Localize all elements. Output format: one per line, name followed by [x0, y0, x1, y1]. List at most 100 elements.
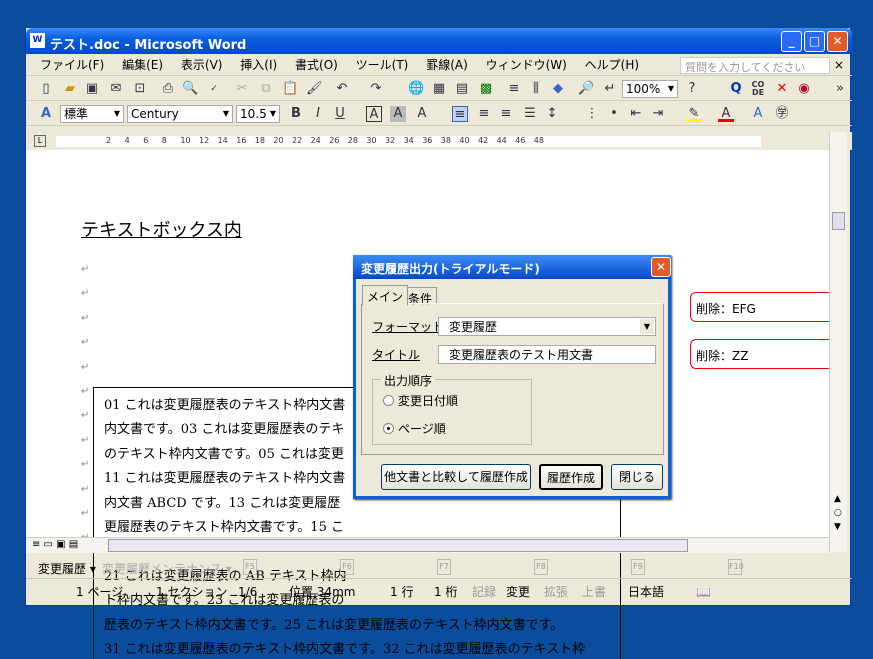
deletion-balloon[interactable]: 削除：EFG — [690, 292, 830, 322]
print-preview-icon[interactable]: 🔍 — [182, 81, 198, 97]
phonetic-guide-icon[interactable]: A — [750, 106, 766, 122]
dialog-close-button[interactable]: ✕ — [651, 257, 671, 277]
menu-file[interactable]: ファイル(F) — [40, 54, 104, 76]
help-search-input[interactable]: 質問を入力してください — [680, 57, 830, 74]
tables-borders-icon[interactable]: ▦ — [431, 81, 447, 97]
tab-selector-icon[interactable]: L — [34, 135, 46, 147]
enclosed-char-icon[interactable]: ㊫ — [774, 106, 790, 122]
menu-insert[interactable]: 挿入(I) — [240, 54, 277, 76]
spellcheck-icon[interactable]: ✓ — [206, 81, 222, 97]
function-key-button[interactable]: F7 — [437, 559, 451, 575]
menu-table[interactable]: 罫線(A) — [426, 54, 468, 76]
minimize-button[interactable]: _ — [781, 31, 802, 52]
horizontal-scrollbar[interactable]: ≡ ▭ ▣ ▤ — [26, 537, 829, 553]
function-key-button[interactable]: F9 — [631, 559, 645, 575]
save-icon[interactable]: ▣ — [84, 81, 100, 97]
menu-view[interactable]: 表示(V) — [181, 54, 223, 76]
radio-date-order[interactable]: 変更日付順 — [383, 392, 458, 409]
horizontal-ruler[interactable]: L 2 4 6 8 10 12 14 16 18 20 22 24 26 28 30 32 34 36 38 40 42… — [26, 132, 852, 150]
zoom-select[interactable]: 100% ▼ — [622, 80, 678, 98]
close-doc-icon[interactable]: × — [834, 58, 844, 72]
permission-icon[interactable]: ⊡ — [132, 81, 148, 97]
styles-icon[interactable]: A — [38, 106, 54, 122]
style-select[interactable]: 標準 ▼ — [60, 105, 124, 123]
vertical-scrollbar[interactable]: ▲ ○ ▼ — [829, 132, 847, 552]
radio-icon[interactable] — [383, 395, 394, 406]
align-right-icon[interactable]: ≡ — [498, 106, 514, 122]
function-key-button[interactable]: F6 — [340, 559, 354, 575]
view-buttons-icon[interactable]: ≡ ▭ ▣ ▤ — [32, 539, 78, 550]
radio-selected-icon[interactable] — [383, 423, 394, 434]
copy-icon[interactable]: ⧉ — [258, 81, 274, 97]
paste-icon[interactable]: 📋 — [282, 81, 298, 97]
numbering-icon[interactable]: ⋮ — [584, 106, 600, 122]
undo-icon[interactable]: ↶ — [334, 81, 350, 97]
scroll-thumb[interactable] — [832, 212, 845, 230]
function-key-button[interactable]: F10 — [728, 559, 744, 575]
globe-search-icon[interactable]: ◉ — [796, 81, 812, 97]
help-icon[interactable]: ? — [684, 81, 700, 97]
menu-format[interactable]: 書式(O) — [295, 54, 338, 76]
function-key-button[interactable]: F8 — [534, 559, 548, 575]
close-dialog-button[interactable]: 閉じる — [611, 464, 663, 490]
deletion-balloon[interactable]: 削除：ZZ — [690, 339, 830, 369]
font-color-icon[interactable]: A — [718, 106, 734, 122]
insert-table-icon[interactable]: ▤ — [454, 81, 470, 97]
underline-icon[interactable]: U — [332, 106, 348, 122]
browse-object-icons[interactable]: ▲ ○ ▼ — [834, 492, 842, 534]
bold-icon[interactable]: B — [288, 106, 304, 122]
maximize-button[interactable]: □ — [804, 31, 825, 52]
font-select[interactable]: Century ▼ — [127, 105, 233, 123]
function-key-button[interactable]: F5 — [243, 559, 257, 575]
q-addin-icon[interactable]: Q — [728, 81, 744, 97]
show-hide-icon[interactable]: 🔎 — [578, 81, 594, 97]
distribute-icon[interactable]: ☰ — [522, 106, 538, 122]
new-icon[interactable]: ▯ — [38, 81, 54, 97]
title-input[interactable]: 変更履歴表のテスト用文書 — [438, 345, 656, 364]
char-scale-icon[interactable]: A — [414, 106, 430, 122]
status-extend[interactable]: 拡張 — [544, 584, 568, 600]
highlight-icon[interactable]: ✎ — [686, 106, 702, 122]
delete-addin-icon[interactable]: ✕ — [774, 81, 790, 97]
open-icon[interactable]: ▰ — [62, 81, 78, 97]
columns-icon[interactable]: ≡ — [506, 81, 522, 97]
radio-page-order[interactable]: ページ順 — [383, 420, 446, 437]
print-icon[interactable]: ⎙ — [160, 81, 176, 97]
close-button[interactable]: ✕ — [827, 31, 848, 52]
create-history-button[interactable]: 履歴作成 — [539, 464, 603, 490]
toolbar-options-icon[interactable]: » — [832, 81, 848, 97]
format-painter-icon[interactable]: 🖌 — [306, 81, 323, 97]
align-center-icon[interactable]: ≡ — [476, 106, 492, 122]
italic-icon[interactable]: I — [310, 106, 326, 122]
history-maintenance-menu[interactable]: 変更履歴メンテナンス ▾ — [102, 560, 232, 577]
decrease-indent-icon[interactable]: ⇤ — [628, 106, 644, 122]
mail-icon[interactable]: ✉ — [108, 81, 124, 97]
hscroll-thumb[interactable] — [108, 539, 688, 552]
status-overtype[interactable]: 上書 — [582, 584, 606, 600]
menu-edit[interactable]: 編集(E) — [122, 54, 163, 76]
format-select[interactable]: 変更履歴 ▼ — [438, 317, 656, 336]
char-border-icon[interactable]: A — [366, 106, 382, 122]
spelling-status-icon[interactable]: 📖 — [696, 584, 711, 600]
line-spacing-icon[interactable]: ↕ — [544, 106, 560, 122]
paragraph-mark-icon[interactable]: ↵ — [602, 81, 618, 97]
redo-icon[interactable]: ↷ — [368, 81, 384, 97]
menu-window[interactable]: ウィンドウ(W) — [486, 54, 567, 76]
cut-icon[interactable]: ✂ — [234, 81, 250, 97]
menu-help[interactable]: ヘルプ(H) — [585, 54, 639, 76]
char-shading-icon[interactable]: A — [390, 106, 406, 122]
increase-indent-icon[interactable]: ⇥ — [650, 106, 666, 122]
status-track-changes[interactable]: 変更 — [506, 584, 530, 600]
status-record[interactable]: 記録 — [472, 584, 496, 600]
code-addin-icon[interactable]: CO DE — [750, 81, 766, 97]
font-size-select[interactable]: 10.5 ▼ — [236, 105, 280, 123]
change-history-menu[interactable]: 変更履歴 ▾ — [38, 560, 96, 577]
compare-create-button[interactable]: 他文書と比較して履歴作成 — [381, 464, 531, 490]
menu-tools[interactable]: ツール(T) — [356, 54, 409, 76]
hyperlink-icon[interactable]: 🌐 — [408, 81, 424, 97]
insert-excel-icon[interactable]: ▩ — [478, 81, 494, 97]
align-justify-icon[interactable]: ≡ — [452, 106, 468, 122]
bullets-icon[interactable]: • — [606, 106, 622, 122]
drawing-icon[interactable]: ⫼ — [528, 81, 544, 97]
tab-conditions[interactable]: 条件 — [403, 287, 438, 306]
